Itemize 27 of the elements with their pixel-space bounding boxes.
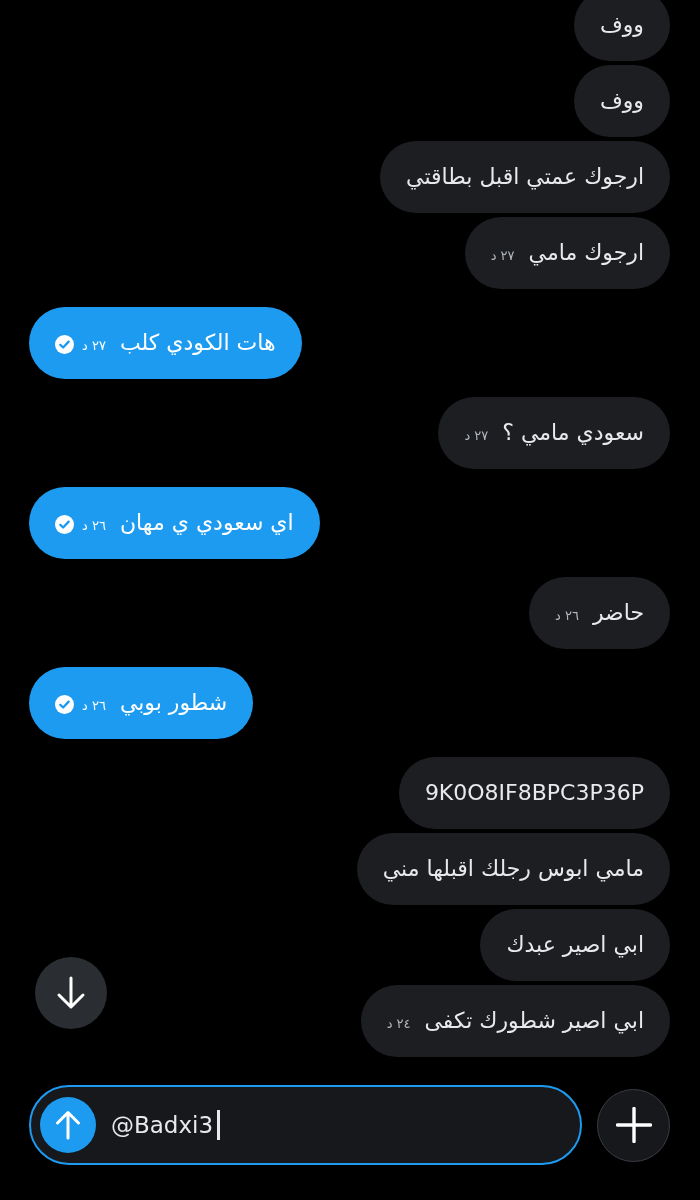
message-time: ٢٧ د (490, 247, 515, 263)
message-text: شطور بوبي (119, 688, 228, 718)
text-cursor-icon (217, 1110, 221, 1140)
message-text: هات الكودي كلب (119, 328, 276, 357)
message-text: سعودي مامي ؟ (502, 418, 644, 448)
arrow-up-icon (55, 1110, 81, 1140)
arrow-down-icon (56, 976, 86, 1010)
message-text: حاضر (592, 598, 644, 627)
message-text: اي سعودي ي مهان (119, 508, 294, 537)
message-time: ٢٦ د (555, 607, 579, 623)
message-time: ٢٦ د (82, 517, 106, 533)
message-input-field[interactable]: @Badxi3 (29, 1085, 582, 1165)
message-text: ووف (599, 10, 644, 39)
message-text: ابي اصير عبدك (506, 930, 644, 960)
message-text: 9K0O8IF8BPC3P36P (424, 778, 644, 807)
message-text: ابي اصير شطورك تكفى (424, 1006, 644, 1036)
message-time: ٢٦ د (82, 697, 106, 713)
message-text: ارجوك عمتي اقبل بطاقتي (406, 162, 644, 192)
send-button[interactable] (40, 1097, 96, 1153)
message-time: ٢٤ د (386, 1015, 411, 1031)
plus-icon (615, 1107, 652, 1143)
message-time: ٢٧ د (464, 427, 489, 443)
message-text: ووف (599, 86, 644, 115)
message-time: ٢٧ د (82, 337, 106, 353)
message-text: مامي ابوس رجلك اقبلها مني (382, 854, 644, 884)
input-value: @Badxi3 (111, 1112, 214, 1138)
message-text: ارجوك مامي (528, 238, 644, 268)
